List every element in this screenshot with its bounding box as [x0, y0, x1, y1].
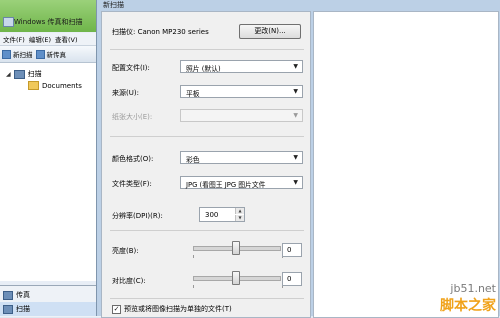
change-scanner-button[interactable]: 更改(N)...: [239, 24, 301, 39]
window-title: Windows 传真和扫描: [14, 18, 83, 26]
brightness-slider[interactable]: [193, 241, 281, 255]
scanner-icon: [3, 304, 13, 314]
dialog-title: 新扫描: [103, 1, 124, 9]
dpi-value: 300: [205, 211, 219, 219]
file-type-label: 文件类型(F):: [112, 180, 152, 188]
nav-item-fax[interactable]: 传真: [0, 288, 107, 302]
window-titlebar: Windows 传真和扫描: [0, 0, 104, 32]
file-type-value: JPG (看图王 JPG 图片文件: [186, 181, 266, 189]
dpi-stepper[interactable]: 300 ▲ ▼: [199, 207, 245, 222]
source-value: 平板: [186, 90, 200, 98]
dpi-label: 分辨率(DPI)(R):: [112, 212, 163, 220]
app-icon: [3, 17, 14, 27]
divider: [110, 49, 304, 50]
watermark-line2: 脚本之家: [440, 298, 496, 314]
chevron-down-icon: ▼: [293, 63, 298, 70]
scanner-icon: [13, 69, 25, 79]
checkbox-checked-icon[interactable]: ✓: [112, 304, 121, 314]
new-fax-label: 新传真: [46, 51, 67, 59]
color-format-label: 颜色格式(O):: [112, 155, 154, 163]
menu-view[interactable]: 查看(V): [55, 34, 78, 44]
contrast-slider[interactable]: [193, 271, 281, 285]
chevron-down-icon: ▼: [293, 88, 298, 95]
watermark-line1: jb51.net: [450, 282, 496, 295]
scanner-label: 扫描仪: Canon MP230 series: [112, 28, 209, 36]
separate-files-checkbox-row[interactable]: ✓ 预览或将图像扫描为单独的文件(T): [112, 304, 232, 314]
contrast-input[interactable]: 0: [282, 272, 302, 286]
menu-edit[interactable]: 编辑(E): [29, 34, 51, 44]
nav-pane: 传真 扫描: [0, 285, 107, 317]
new-scan-dialog: 新扫描 扫描仪: Canon MP230 series 更改(N)... 配置文…: [96, 0, 500, 318]
new-fax-button[interactable]: 新传真: [35, 49, 67, 59]
tree-item-documents[interactable]: Documents: [28, 81, 82, 90]
brightness-label: 亮度(B):: [112, 247, 139, 255]
fax-scan-window: Windows 传真和扫描 文件(F) 编辑(E) 查看(V) 新扫描 新传真 …: [0, 0, 107, 317]
contrast-label: 对比度(C):: [112, 277, 146, 285]
expand-triangle-icon[interactable]: ◢: [6, 71, 11, 78]
tree-item-scan-label: 扫描: [27, 70, 42, 78]
preview-area: jb51.net 脚本之家: [313, 11, 499, 318]
chevron-down-icon: ▼: [293, 154, 298, 161]
folder-icon: [28, 81, 39, 90]
color-format-select[interactable]: 彩色 ▼: [180, 151, 303, 164]
scan-icon: [2, 49, 11, 59]
nav-item-scan[interactable]: 扫描: [0, 302, 107, 316]
menu-bar: 文件(F) 编辑(E) 查看(V): [0, 33, 107, 46]
divider: [110, 230, 304, 231]
slider-ticks: [193, 285, 283, 288]
separate-files-label: 预览或将图像扫描为单独的文件(T): [124, 305, 232, 313]
contrast-slider-thumb[interactable]: [232, 271, 240, 285]
menu-file[interactable]: 文件(F): [3, 34, 25, 44]
nav-item-scan-label: 扫描: [16, 305, 30, 313]
slider-ticks: [193, 255, 283, 258]
profile-label: 配置文件(I):: [112, 64, 150, 72]
fax-icon: [35, 49, 45, 59]
profile-select[interactable]: 照片 (默认) ▼: [180, 60, 303, 73]
brightness-input[interactable]: 0: [282, 243, 302, 257]
tree-item-documents-label: Documents: [42, 81, 82, 90]
nav-item-fax-label: 传真: [16, 291, 30, 299]
spin-down-icon[interactable]: ▼: [235, 215, 244, 221]
chevron-down-icon: ▼: [293, 112, 298, 119]
fax-icon: [3, 290, 13, 300]
toolbar: 新扫描 新传真: [0, 46, 106, 63]
spin-up-icon[interactable]: ▲: [235, 208, 244, 214]
settings-panel: 扫描仪: Canon MP230 series 更改(N)... 配置文件(I)…: [101, 11, 311, 318]
divider: [110, 298, 304, 299]
file-type-select[interactable]: JPG (看图王 JPG 图片文件 ▼: [180, 176, 303, 189]
source-label: 来源(U):: [112, 89, 139, 97]
folder-tree: ◢ 扫描 Documents: [0, 63, 104, 281]
chevron-down-icon: ▼: [293, 179, 298, 186]
paper-size-label: 纸张大小(E):: [112, 113, 153, 121]
tree-item-scan[interactable]: ◢ 扫描: [6, 69, 42, 79]
color-format-value: 彩色: [186, 156, 200, 164]
new-scan-button[interactable]: 新扫描: [2, 49, 33, 59]
source-select[interactable]: 平板 ▼: [180, 85, 303, 98]
new-scan-label: 新扫描: [13, 51, 33, 59]
divider: [110, 136, 304, 137]
profile-value: 照片 (默认): [186, 65, 221, 73]
watermark: jb51.net 脚本之家: [440, 282, 496, 315]
brightness-slider-thumb[interactable]: [232, 241, 240, 255]
paper-size-select[interactable]: ▼: [180, 109, 303, 122]
